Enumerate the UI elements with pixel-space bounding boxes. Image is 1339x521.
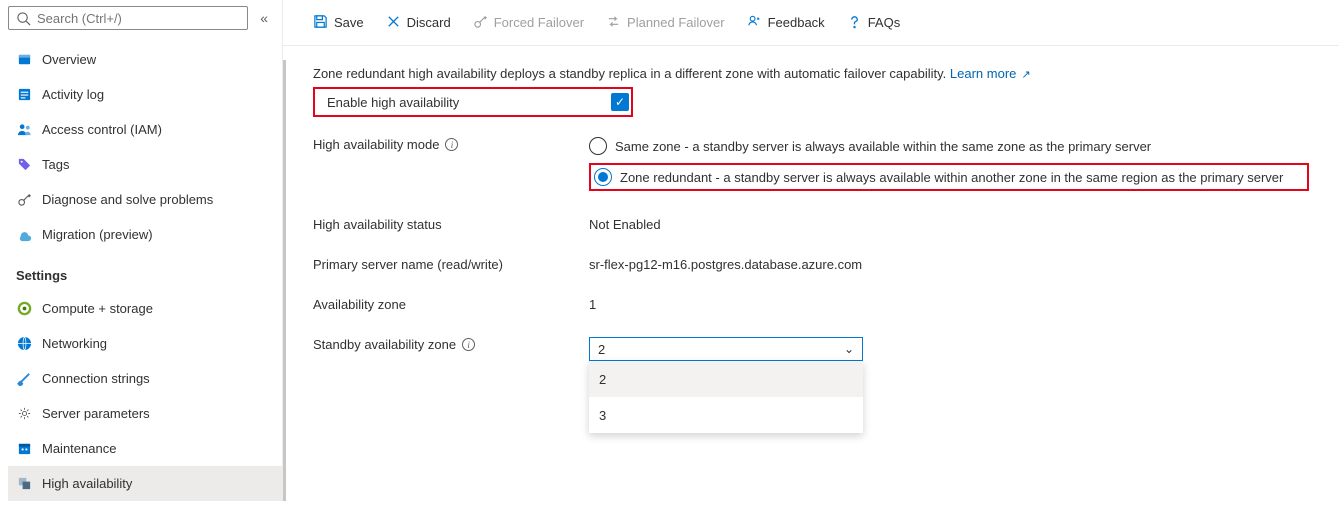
sidebar-item-high-availability[interactable]: High availability [8,466,282,501]
sidebar-item-tags[interactable]: Tags [8,147,282,182]
params-icon [16,406,32,421]
search-input[interactable] [37,11,241,26]
description-text: Zone redundant high availability deploys… [313,66,950,81]
info-icon[interactable]: i [445,138,458,151]
forced-failover-icon [473,14,488,32]
overview-icon [16,52,32,67]
sidebar-item-networking[interactable]: Networking [8,326,282,361]
enable-ha-highlight: Enable high availability ✓ [313,87,633,117]
info-icon[interactable]: i [462,338,475,351]
sidebar-item-migration[interactable]: Migration (preview) [8,217,282,252]
radio-zone-redundant[interactable]: Zone redundant - a standby server is alw… [589,163,1309,191]
learn-more-link[interactable]: Learn more ↗ [950,66,1031,81]
radio-icon [589,137,607,155]
discard-icon [386,14,401,32]
radio-icon [594,168,612,186]
diagnose-icon [16,192,32,207]
sidebar: « Overview Activity log Access control (… [0,0,282,501]
sidebar-search[interactable] [8,6,248,30]
iam-icon [16,122,32,137]
ha-status-label: High availability status [313,217,442,232]
ha-status-value: Not Enabled [589,217,661,232]
standby-az-dropdown[interactable]: 2 ⌄ [589,337,863,361]
ha-mode-label: High availability mode [313,137,439,152]
primary-server-label: Primary server name (read/write) [313,257,503,272]
enable-ha-checkbox[interactable]: ✓ [611,93,629,111]
standby-az-label: Standby availability zone [313,337,456,352]
sidebar-item-diagnose[interactable]: Diagnose and solve problems [8,182,282,217]
feedback-button[interactable]: Feedback [747,14,825,32]
faqs-button[interactable]: FAQs [847,14,901,32]
faqs-icon [847,14,862,32]
planned-failover-icon [606,14,621,32]
settings-header: Settings [8,252,282,291]
maint-icon [16,441,32,456]
az-label: Availability zone [313,297,406,312]
feedback-icon [747,14,762,32]
external-link-icon: ↗ [1018,69,1030,81]
activitylog-icon [16,87,32,102]
toolbar: Save Discard Forced Failover Planned Fai… [283,0,1339,46]
save-button[interactable]: Save [313,14,364,32]
chevron-down-icon: ⌄ [844,342,854,356]
search-icon [15,11,31,26]
standby-az-dropdown-list: 2 3 [589,361,863,433]
network-icon [16,336,32,351]
ha-icon [16,476,32,491]
save-icon [313,14,328,32]
planned-failover-button: Planned Failover [606,14,725,32]
enable-ha-label: Enable high availability [317,95,459,110]
sidebar-item-params[interactable]: Server parameters [8,396,282,431]
migration-icon [16,227,32,242]
radio-same-zone[interactable]: Same zone - a standby server is always a… [589,137,1309,155]
scroll-indicator [283,60,286,501]
sidebar-item-activitylog[interactable]: Activity log [8,77,282,112]
dropdown-option[interactable]: 3 [589,397,863,433]
dropdown-option[interactable]: 2 [589,361,863,397]
connstr-icon [16,371,32,386]
forced-failover-button: Forced Failover [473,14,584,32]
tags-icon [16,157,32,172]
sidebar-item-overview[interactable]: Overview [8,42,282,77]
discard-button[interactable]: Discard [386,14,451,32]
collapse-sidebar-icon[interactable]: « [256,8,272,28]
sidebar-item-connstr[interactable]: Connection strings [8,361,282,396]
sidebar-item-iam[interactable]: Access control (IAM) [8,112,282,147]
sidebar-item-maintenance[interactable]: Maintenance [8,431,282,466]
primary-server-value: sr-flex-pg12-m16.postgres.database.azure… [589,257,862,272]
compute-icon [16,301,32,316]
sidebar-item-compute-storage[interactable]: Compute + storage [8,291,282,326]
az-value: 1 [589,297,596,312]
